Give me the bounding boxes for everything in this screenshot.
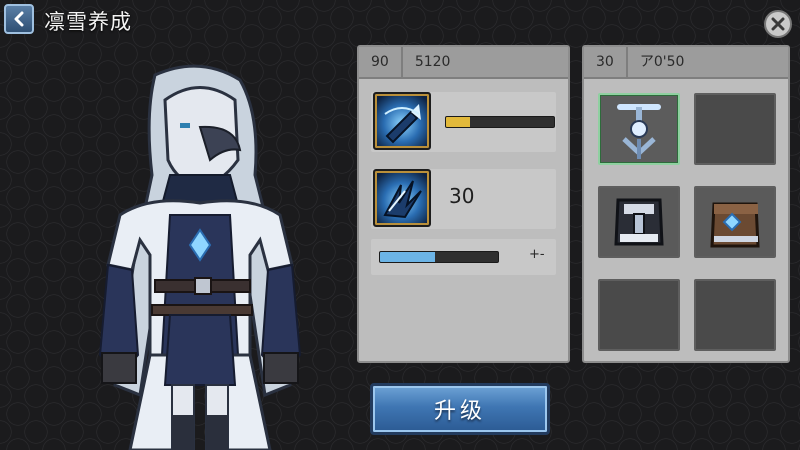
equip-slot-4[interactable] bbox=[694, 186, 776, 258]
skill-row-1[interactable] bbox=[371, 92, 556, 152]
skill-2-value: 30 bbox=[449, 184, 475, 208]
equipment-panel-header: 30 ア0'50 bbox=[584, 47, 788, 79]
armor-chest-icon bbox=[614, 198, 664, 246]
equipment-panel: 30 ア0'50 bbox=[582, 45, 790, 363]
page-title: 凛雪养成 bbox=[44, 10, 132, 34]
equipment-name: ア0'50 bbox=[639, 54, 685, 70]
character-portrait bbox=[98, 64, 302, 450]
equip-slot-2[interactable] bbox=[694, 93, 776, 165]
claw-icon-graphic bbox=[383, 180, 422, 219]
stats-panel-header: 90 5120 bbox=[359, 47, 568, 79]
exp-row: +- bbox=[371, 239, 556, 275]
skill-1-progress-fill bbox=[446, 117, 470, 127]
equip-slot-1[interactable] bbox=[598, 93, 680, 165]
back-button[interactable] bbox=[4, 4, 34, 34]
level-value: 90 bbox=[371, 54, 389, 70]
power-value: 5120 bbox=[414, 54, 451, 70]
close-button[interactable] bbox=[764, 10, 792, 38]
exp-progress-bar bbox=[379, 251, 499, 263]
close-icon bbox=[771, 17, 785, 31]
equipment-level: 30 bbox=[596, 54, 614, 70]
equip-slot-3[interactable] bbox=[598, 186, 680, 258]
claw-skill-icon[interactable] bbox=[373, 169, 431, 227]
skill-1-progress-bar bbox=[445, 116, 555, 128]
stats-panel: 90 5120 30 +- bbox=[357, 45, 570, 363]
chevron-left-icon bbox=[14, 11, 24, 27]
exp-adjust-label[interactable]: +- bbox=[529, 247, 545, 262]
anchor-weapon-icon bbox=[617, 104, 661, 159]
treasure-chest-icon bbox=[710, 202, 760, 248]
skill-row-2[interactable]: 30 bbox=[371, 169, 556, 229]
drill-icon-graphic bbox=[384, 104, 421, 144]
equip-slot-6[interactable] bbox=[694, 279, 776, 351]
top-bar: 凛雪养成 bbox=[0, 0, 800, 42]
drill-skill-icon[interactable] bbox=[373, 92, 431, 150]
exp-progress-fill bbox=[380, 252, 436, 262]
equip-slot-5[interactable] bbox=[598, 279, 680, 351]
upgrade-button[interactable]: 升级 bbox=[370, 383, 550, 435]
